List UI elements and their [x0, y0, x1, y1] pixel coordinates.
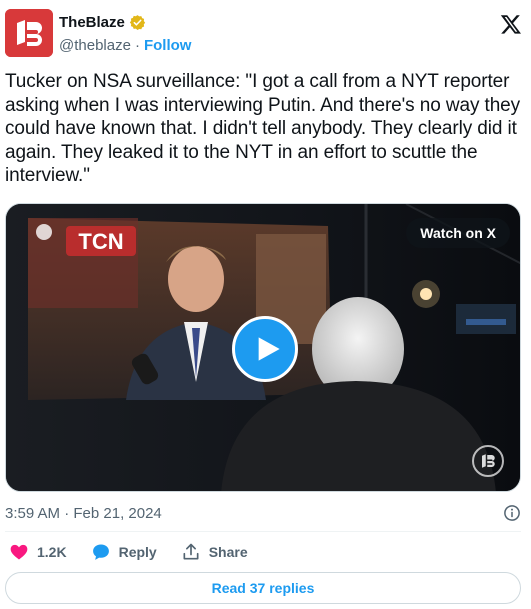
read-replies-button[interactable]: Read 37 replies [5, 572, 521, 604]
divider [5, 531, 521, 532]
reply-bubble-icon [92, 544, 109, 560]
verified-badge-icon [129, 15, 146, 30]
author-handle[interactable]: @theblaze [59, 37, 131, 54]
timestamp-row: 3:59 AM · Feb 21, 2024 [5, 503, 521, 523]
follow-button[interactable]: Follow [144, 37, 192, 54]
share-icon [183, 543, 199, 560]
like-count: 1.2K [37, 544, 67, 560]
tweet-header: TheBlaze @theblaze · Follow [5, 9, 526, 59]
x-logo-icon[interactable] [500, 13, 522, 35]
play-button[interactable] [232, 316, 298, 382]
timestamp[interactable]: 3:59 AM · Feb 21, 2024 [5, 505, 162, 522]
share-label: Share [208, 544, 248, 560]
channel-logo: TCN [78, 229, 123, 254]
reply-label: Reply [118, 544, 157, 560]
tweet-text: Tucker on NSA surveillance: "I got a cal… [5, 71, 521, 186]
avatar[interactable] [5, 9, 53, 57]
author-name-row: TheBlaze [59, 14, 146, 31]
reply-button[interactable]: Reply [91, 542, 157, 562]
like-button[interactable]: 1.2K [9, 542, 67, 562]
info-icon[interactable] [503, 504, 521, 522]
video-player[interactable]: TCN Watch on X [5, 203, 521, 492]
theblaze-watermark-icon [472, 445, 504, 477]
action-bar: 1.2K Reply Share [9, 540, 248, 564]
share-button[interactable]: Share [181, 542, 248, 562]
author-name[interactable]: TheBlaze [59, 14, 125, 31]
watch-on-x-button[interactable]: Watch on X [406, 218, 510, 248]
heart-icon [10, 544, 28, 560]
author-handle-row: @theblaze · Follow [59, 37, 191, 54]
play-icon [258, 337, 280, 361]
separator-dot: · [134, 37, 140, 54]
